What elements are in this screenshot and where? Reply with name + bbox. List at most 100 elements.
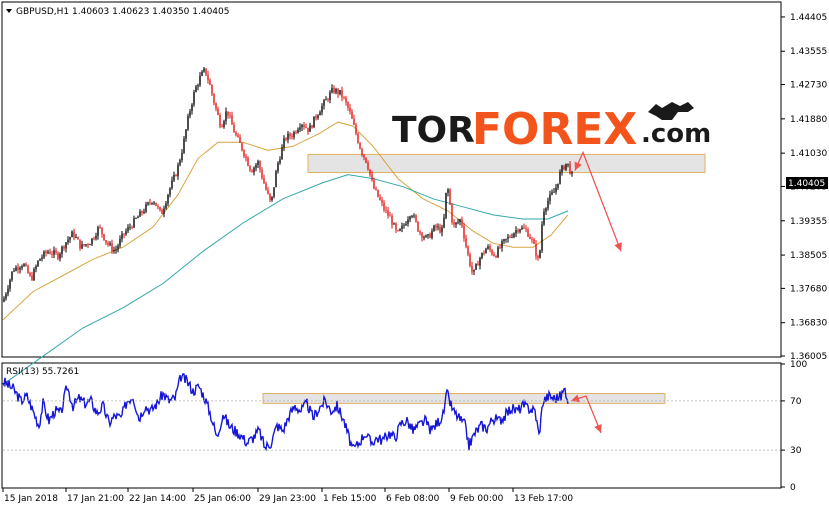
candle-body xyxy=(523,227,525,229)
candle-body xyxy=(281,147,283,160)
candle-body xyxy=(425,235,427,238)
candle-body xyxy=(295,132,297,133)
candle-body xyxy=(37,260,39,267)
candle-body xyxy=(503,239,505,242)
candle-body xyxy=(225,111,227,121)
logo-tor-text: TOR xyxy=(392,110,475,151)
candle-body xyxy=(97,227,99,236)
candle-body xyxy=(331,87,333,93)
candle-body xyxy=(221,126,223,128)
candle-body xyxy=(399,228,401,231)
candle-body xyxy=(439,226,441,233)
candle-body xyxy=(493,254,495,257)
rsi-panel xyxy=(1,362,782,489)
price-tick-label: 1.44405 xyxy=(790,13,827,23)
candle-body xyxy=(437,226,439,228)
candle-body xyxy=(61,246,63,254)
candle-body xyxy=(275,171,277,188)
candle-body xyxy=(409,216,411,220)
candle-body xyxy=(355,124,357,134)
candle-body xyxy=(407,219,409,224)
candle-body xyxy=(53,250,55,255)
candle-body xyxy=(3,298,5,302)
candle-body xyxy=(313,116,315,128)
candle-body xyxy=(335,89,337,93)
candle-body xyxy=(11,271,13,280)
candle-body xyxy=(31,275,33,280)
candle-body xyxy=(223,121,225,127)
candle-body xyxy=(257,161,259,165)
candle-body xyxy=(455,222,457,225)
candle-body xyxy=(185,129,187,139)
candle-body xyxy=(365,157,367,163)
candle-body xyxy=(169,188,171,195)
candle-body xyxy=(27,265,29,274)
candle-body xyxy=(43,251,45,258)
candle-body xyxy=(109,243,111,245)
candle-body xyxy=(267,189,269,194)
time-tick-label: 6 Feb 08:00 xyxy=(386,494,440,504)
candle-body xyxy=(307,127,309,132)
candle-body xyxy=(517,230,519,232)
rsi-tick-label: 0 xyxy=(790,483,796,493)
candle-body xyxy=(369,169,371,175)
candle-body xyxy=(197,85,199,87)
candle-body xyxy=(397,230,399,232)
candle-body xyxy=(475,263,477,270)
candle-body xyxy=(219,114,221,127)
candle-body xyxy=(289,133,291,137)
candle-body xyxy=(49,251,51,254)
candle-body xyxy=(511,237,513,238)
candle-body xyxy=(135,218,137,219)
candle-body xyxy=(33,269,35,280)
candle-body xyxy=(529,236,531,239)
candle-body xyxy=(245,156,247,158)
candle-body xyxy=(157,206,159,208)
candle-body xyxy=(483,252,485,254)
candle-body xyxy=(415,215,417,222)
candle-body xyxy=(207,74,209,81)
candle-body xyxy=(293,132,295,138)
candle-body xyxy=(35,266,37,270)
candle-body xyxy=(533,239,535,244)
candle-body xyxy=(539,250,541,258)
candle-body xyxy=(23,264,25,267)
candle-body xyxy=(531,238,533,240)
candle-body xyxy=(141,211,143,213)
candle-body xyxy=(21,266,23,268)
candle-body xyxy=(93,238,95,240)
candle-body xyxy=(453,222,455,225)
candle-body xyxy=(213,94,215,104)
candle-body xyxy=(495,256,497,258)
candle-body xyxy=(205,68,207,75)
candle-body xyxy=(547,201,549,209)
candle-body xyxy=(19,267,21,270)
candle-body xyxy=(403,225,405,226)
candle-body xyxy=(451,204,453,223)
candle-body xyxy=(71,231,73,238)
candle-body xyxy=(175,174,177,176)
candle-body xyxy=(217,108,219,115)
candle-body xyxy=(17,267,19,270)
candle-body xyxy=(507,236,509,239)
candle-body xyxy=(231,115,233,125)
candle-body xyxy=(25,264,27,266)
candle-body xyxy=(351,111,353,119)
candle-body xyxy=(389,215,391,217)
candle-body xyxy=(291,136,293,138)
time-tick-label: 29 Jan 23:00 xyxy=(259,494,316,504)
candle-body xyxy=(235,132,237,136)
torforex-logo: TOR FOREX .com xyxy=(392,102,711,155)
candle-body xyxy=(357,133,359,143)
rsi-label: RSI(13) 55.7261 xyxy=(6,367,79,377)
candle-body xyxy=(297,129,299,133)
candle-body xyxy=(51,254,53,255)
time-tick-label: 9 Feb 00:00 xyxy=(450,494,504,504)
candle-body xyxy=(431,231,433,238)
candle-body xyxy=(39,258,41,261)
time-tick-label: 25 Jan 06:00 xyxy=(194,494,251,504)
candle-body xyxy=(465,238,467,247)
candle-body xyxy=(393,223,395,225)
candle-body xyxy=(187,116,189,130)
candle-body xyxy=(233,124,235,133)
